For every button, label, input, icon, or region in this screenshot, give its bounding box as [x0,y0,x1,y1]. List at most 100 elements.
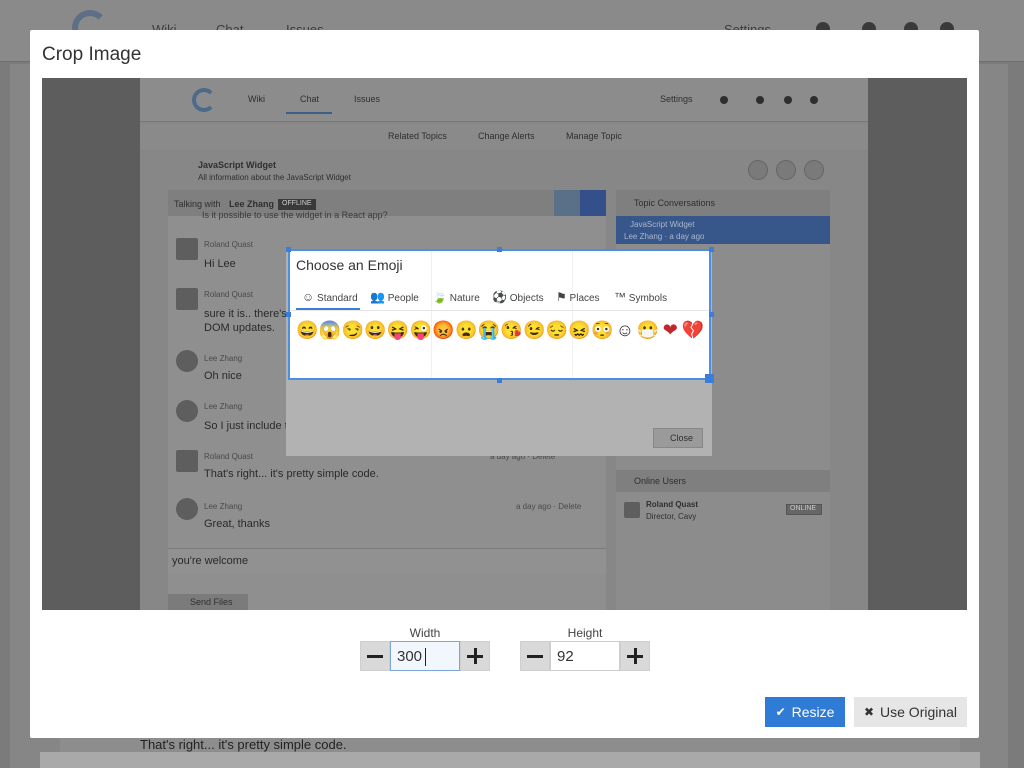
preview-avatar [176,450,198,472]
width-decrement-button[interactable] [360,641,390,671]
leaf-icon: 🍃 [432,290,447,304]
preview-user-icon [720,96,728,104]
trademark-icon: ™ [614,290,626,304]
tab-nature-label: Nature [449,293,480,304]
width-increment-button[interactable] [460,641,490,671]
emoji-item: 😉 [523,320,546,340]
preview-nav-underline [286,112,332,114]
crop-handle-bottom[interactable] [497,378,502,383]
preview-nav-settings: Settings [660,94,693,104]
preview-change-alerts: Change Alerts [478,131,535,141]
height-input[interactable] [550,641,620,671]
tab-objects: ⚽ Objects [492,291,544,304]
background-bottom-bar [40,752,980,768]
background-message: That's right... it's pretty simple code. [140,737,347,752]
emoji-item: 😄 [296,320,319,340]
crop-handle-bottom-right[interactable] [705,374,714,383]
crop-handle-right[interactable] [709,312,714,317]
emoji-item: 😳 [591,320,614,340]
emoji-item: 😝 [386,320,410,340]
preview-msg-text: So I just include t [204,420,288,432]
preview-msg-name: Roland Quast [204,240,253,249]
x-icon: ✖ [863,705,875,719]
preview-info-icon [756,96,764,104]
preview-online-user-name: Roland Quast [646,500,699,509]
preview-msg-text: Hi Lee [204,258,236,270]
emoji-item: 💔 [681,320,705,340]
preview-msg-name: Roland Quast [204,452,253,461]
preview-avatar [176,350,198,372]
preview-online-user-role: Director, Cavy [646,512,697,521]
height-decrement-button[interactable] [520,641,550,671]
preview-send-files-label: Send Files [190,597,233,607]
preview-manage-topic: Manage Topic [566,131,622,141]
preview-chat-close-button [580,190,606,216]
preview-nav-chat: Chat [300,94,320,104]
width-label: Width [409,626,441,640]
preview-talking-with-name: Lee Zhang [229,199,275,209]
emoji-item: 😖 [568,320,591,340]
preview-avatar [624,502,640,518]
preview-avatar [176,498,198,520]
tab-standard: ☺ Standard [302,291,358,304]
preview-conversation-title: JavaScript Widget [630,220,695,229]
tab-objects-label: Objects [509,293,544,304]
preview-close-label: Close [670,433,694,443]
emoji-item: 😘 [500,320,523,340]
crop-handle-top-left[interactable] [286,247,291,252]
height-increment-button[interactable] [620,641,650,671]
preview-msg-text: Oh nice [204,370,242,382]
crop-grid-line [572,251,573,378]
preview-chat-menu-button [554,190,580,216]
ball-icon: ⚽ [492,290,507,304]
preview-msg-text: That's right... it's pretty simple code. [204,468,379,480]
smile-icon: ☺ [302,290,315,304]
tab-divider [290,310,709,311]
crop-handle-left[interactable] [286,312,291,317]
tab-standard-label: Standard [317,293,358,304]
preview-avatar [176,288,198,310]
preview-tag-icon [776,160,796,180]
preview-input-text: you're welcome [172,555,249,567]
dialog-title: Crop Image [42,44,142,65]
emoji-item: ❤ [662,320,678,340]
crop-selection[interactable]: Choose an Emoji ☺ Standard 👥 People 🍃 Na… [288,249,711,380]
crop-handle-top-right[interactable] [709,247,714,252]
emoji-item: 😔 [545,320,569,340]
preview-msg-text: Great, thanks [204,518,271,530]
people-icon: 👥 [370,290,385,304]
preview-online-text: ONLINE [790,505,817,512]
preview-avatar [176,400,198,422]
check-icon: ✔ [775,705,786,719]
emoji-item: 😷 [636,320,659,340]
preview-cut-message: Is it possible to use the widget in a Re… [202,210,388,220]
use-original-button[interactable]: ✖ Use Original [854,697,967,727]
crop-canvas[interactable]: Wiki Chat Issues Settings Related Topics… [42,78,967,610]
tab-places: ⚑ Places [556,291,600,304]
emoji-item: 😱 [318,320,342,340]
emoji-item: 😀 [364,320,387,340]
minus-icon [527,654,543,658]
preview-avatar [176,238,198,260]
preview-nav-issues: Issues [354,94,381,104]
crop-handle-top[interactable] [497,247,502,252]
preview-msg-name: Lee Zhang [204,502,243,511]
preview-talking-with: Talking with [174,199,221,209]
preview-share-icon [810,96,818,104]
minus-icon [367,654,383,658]
emoji-grid: 😄😱😏😀😝😜😡😦😭😘😉😔😖😳 ☺ 😷 ❤ 💔 [296,319,704,341]
resize-button-label: Resize [791,704,835,720]
emoji-item: 😦 [454,320,478,340]
emoji-item: 😜 [409,320,432,340]
resize-button[interactable]: ✔ Resize [765,697,845,727]
tab-people-label: People [387,293,419,304]
preview-circle-icon [784,96,792,104]
preview-logo-icon [192,88,216,112]
preview-msg-name: Roland Quast [204,290,253,299]
tab-places-label: Places [569,293,600,304]
plus-icon-vertical [633,648,637,664]
tab-symbols: ™ Symbols [614,291,667,304]
height-label: Height [567,626,603,640]
flag-icon: ⚑ [556,290,567,304]
preview-msg-text: sure it is.. there's [204,308,287,320]
